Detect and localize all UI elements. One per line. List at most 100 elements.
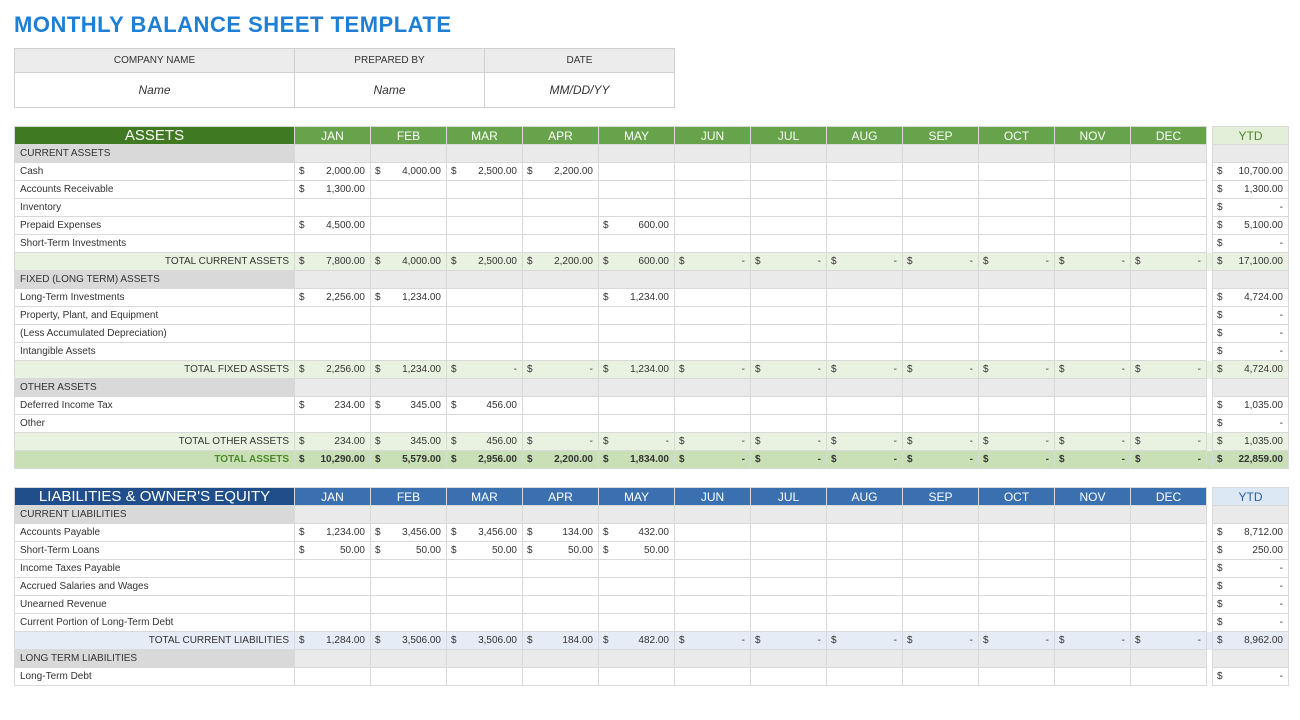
cell[interactable]: $345.00 (371, 397, 447, 415)
cell[interactable] (523, 199, 599, 217)
cell[interactable]: $- (523, 361, 599, 379)
cell[interactable] (523, 415, 599, 433)
cell[interactable] (599, 163, 675, 181)
cell[interactable] (599, 415, 675, 433)
cell[interactable] (827, 524, 903, 542)
cell[interactable]: $- (827, 433, 903, 451)
cell[interactable] (827, 578, 903, 596)
cell[interactable] (447, 199, 523, 217)
cell[interactable]: $1,834.00 (599, 451, 675, 469)
cell[interactable]: $- (447, 361, 523, 379)
cell[interactable] (1055, 307, 1131, 325)
cell[interactable]: $4,724.00 (1213, 361, 1289, 379)
cell[interactable] (979, 199, 1055, 217)
cell[interactable] (1131, 397, 1207, 415)
cell[interactable]: $- (903, 451, 979, 469)
cell[interactable]: $- (751, 433, 827, 451)
cell[interactable] (447, 289, 523, 307)
cell[interactable]: $- (1131, 361, 1207, 379)
cell[interactable]: $1,035.00 (1213, 433, 1289, 451)
cell[interactable] (827, 325, 903, 343)
cell[interactable] (371, 217, 447, 235)
cell[interactable] (903, 199, 979, 217)
cell[interactable]: $2,200.00 (523, 253, 599, 271)
cell[interactable] (903, 343, 979, 361)
cell[interactable] (751, 307, 827, 325)
cell[interactable]: $1,234.00 (371, 361, 447, 379)
cell[interactable] (827, 542, 903, 560)
cell[interactable]: $- (1213, 325, 1289, 343)
cell[interactable] (295, 199, 371, 217)
cell[interactable] (371, 596, 447, 614)
cell[interactable]: $- (903, 253, 979, 271)
cell[interactable]: $- (675, 253, 751, 271)
cell[interactable]: $- (979, 433, 1055, 451)
cell[interactable] (295, 578, 371, 596)
cell[interactable] (599, 397, 675, 415)
cell[interactable] (827, 343, 903, 361)
cell[interactable] (1131, 415, 1207, 433)
cell[interactable] (1055, 199, 1131, 217)
cell[interactable] (447, 614, 523, 632)
cell[interactable] (523, 289, 599, 307)
cell[interactable] (295, 614, 371, 632)
cell[interactable]: $3,506.00 (371, 632, 447, 650)
cell[interactable] (979, 289, 1055, 307)
cell[interactable] (371, 199, 447, 217)
cell[interactable] (827, 614, 903, 632)
cell[interactable]: $50.00 (523, 542, 599, 560)
cell[interactable] (523, 325, 599, 343)
cell[interactable] (447, 596, 523, 614)
cell[interactable]: $- (827, 361, 903, 379)
cell[interactable] (1055, 289, 1131, 307)
cell[interactable]: $- (1055, 361, 1131, 379)
cell[interactable] (1131, 235, 1207, 253)
cell[interactable] (1055, 343, 1131, 361)
cell[interactable]: $1,234.00 (371, 289, 447, 307)
cell[interactable]: $250.00 (1213, 542, 1289, 560)
cell[interactable] (979, 614, 1055, 632)
cell[interactable]: $5,100.00 (1213, 217, 1289, 235)
cell[interactable] (1055, 578, 1131, 596)
cell[interactable]: $50.00 (599, 542, 675, 560)
cell[interactable] (1131, 289, 1207, 307)
cell[interactable] (751, 325, 827, 343)
cell[interactable] (523, 578, 599, 596)
cell[interactable] (523, 217, 599, 235)
cell[interactable]: $- (1055, 253, 1131, 271)
cell[interactable]: $3,506.00 (447, 632, 523, 650)
cell[interactable] (675, 181, 751, 199)
cell[interactable] (903, 163, 979, 181)
cell[interactable] (675, 343, 751, 361)
cell[interactable] (523, 343, 599, 361)
cell[interactable]: $7,800.00 (295, 253, 371, 271)
cell[interactable]: $- (979, 253, 1055, 271)
cell[interactable] (371, 560, 447, 578)
cell[interactable] (827, 289, 903, 307)
cell[interactable]: $134.00 (523, 524, 599, 542)
cell[interactable] (1131, 217, 1207, 235)
cell[interactable] (295, 343, 371, 361)
cell[interactable] (1131, 542, 1207, 560)
cell[interactable] (599, 596, 675, 614)
cell[interactable] (751, 343, 827, 361)
cell[interactable] (295, 307, 371, 325)
cell[interactable] (371, 235, 447, 253)
cell[interactable] (979, 560, 1055, 578)
cell[interactable] (751, 614, 827, 632)
cell[interactable] (447, 668, 523, 686)
cell[interactable]: $5,579.00 (371, 451, 447, 469)
cell[interactable] (675, 307, 751, 325)
cell[interactable] (675, 524, 751, 542)
cell[interactable]: $- (903, 433, 979, 451)
cell[interactable] (979, 542, 1055, 560)
cell[interactable] (371, 343, 447, 361)
cell[interactable] (675, 217, 751, 235)
cell[interactable] (979, 163, 1055, 181)
cell[interactable] (295, 560, 371, 578)
cell[interactable] (1055, 596, 1131, 614)
cell[interactable] (827, 199, 903, 217)
cell[interactable] (1055, 163, 1131, 181)
meta-value-date[interactable]: MM/DD/YY (485, 73, 675, 108)
cell[interactable]: $482.00 (599, 632, 675, 650)
